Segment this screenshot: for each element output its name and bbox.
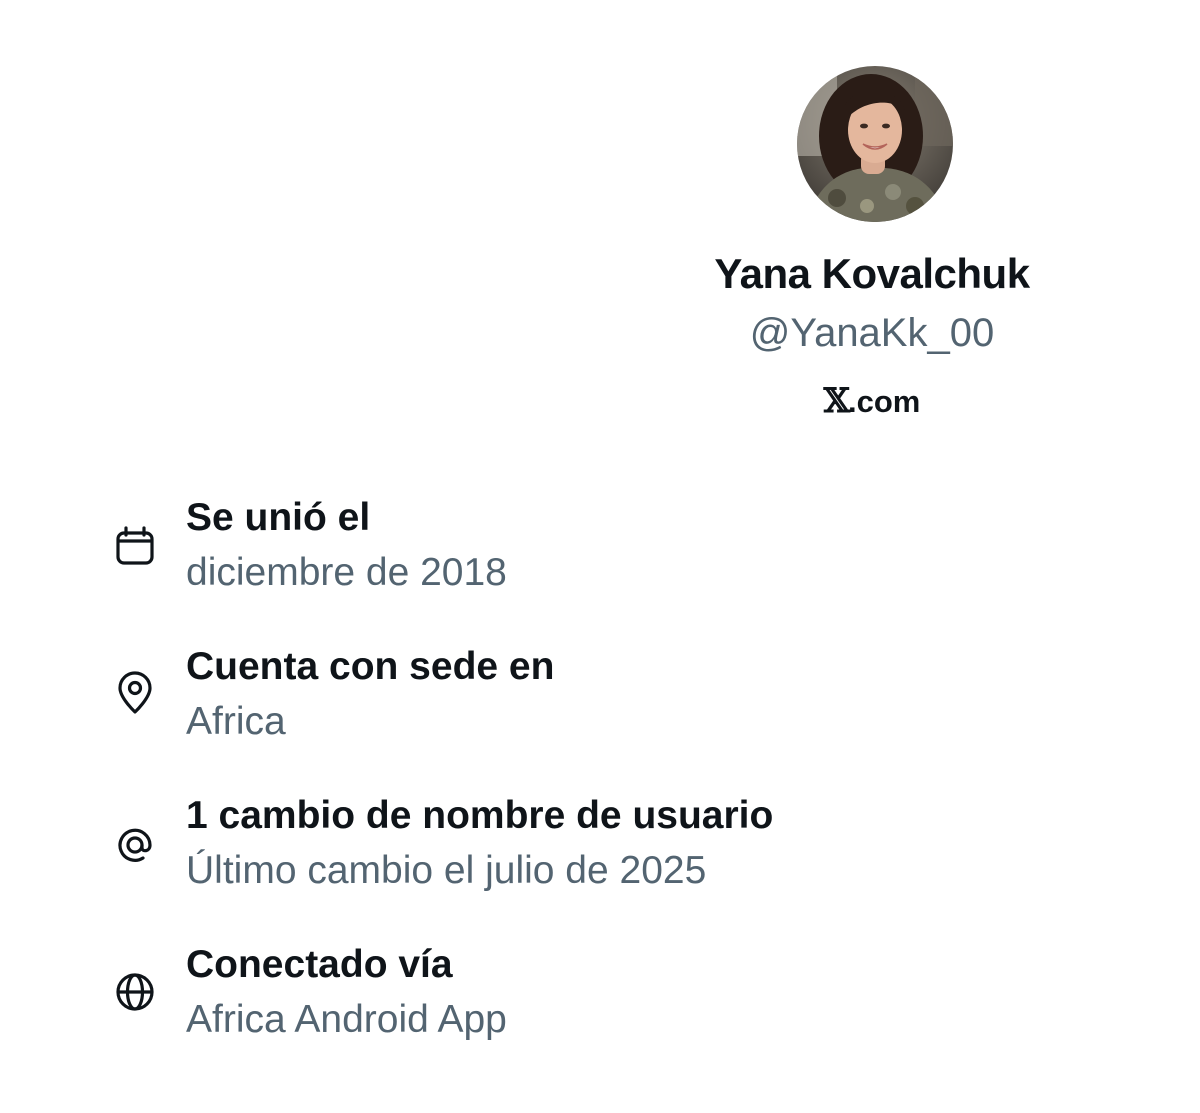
calendar-icon xyxy=(112,524,158,570)
info-value: Africa xyxy=(186,700,286,743)
info-title: Se unió el xyxy=(186,496,371,539)
info-title: Cuenta con sede en xyxy=(186,645,555,688)
site-domain: .com xyxy=(848,384,921,419)
info-value: Africa Android App xyxy=(186,998,507,1041)
info-row-joined: Se unió el diciembre de 2018 xyxy=(0,494,1200,614)
location-pin-icon xyxy=(112,670,158,716)
info-value: diciembre de 2018 xyxy=(186,551,507,594)
avatar[interactable] xyxy=(797,66,953,222)
avatar-photo xyxy=(797,66,953,222)
display-name: Yana Kovalchuk xyxy=(714,250,1030,297)
info-row-connected-via: Conectado vía Africa Android App xyxy=(0,941,1200,1061)
info-row-username-changes: 1 cambio de nombre de usuario Último cam… xyxy=(0,792,1200,912)
x-logo-icon: 𝕏 xyxy=(823,381,850,421)
site-link[interactable]: 𝕏.com xyxy=(622,380,1122,423)
at-sign-icon xyxy=(112,822,158,868)
info-title: 1 cambio de nombre de usuario xyxy=(186,794,774,837)
globe-icon xyxy=(112,969,158,1015)
user-handle: @YanaKk_00 xyxy=(749,311,995,355)
info-value: Último cambio el julio de 2025 xyxy=(186,849,707,892)
info-title: Conectado vía xyxy=(186,943,453,986)
info-row-location: Cuenta con sede en Africa xyxy=(0,643,1200,763)
